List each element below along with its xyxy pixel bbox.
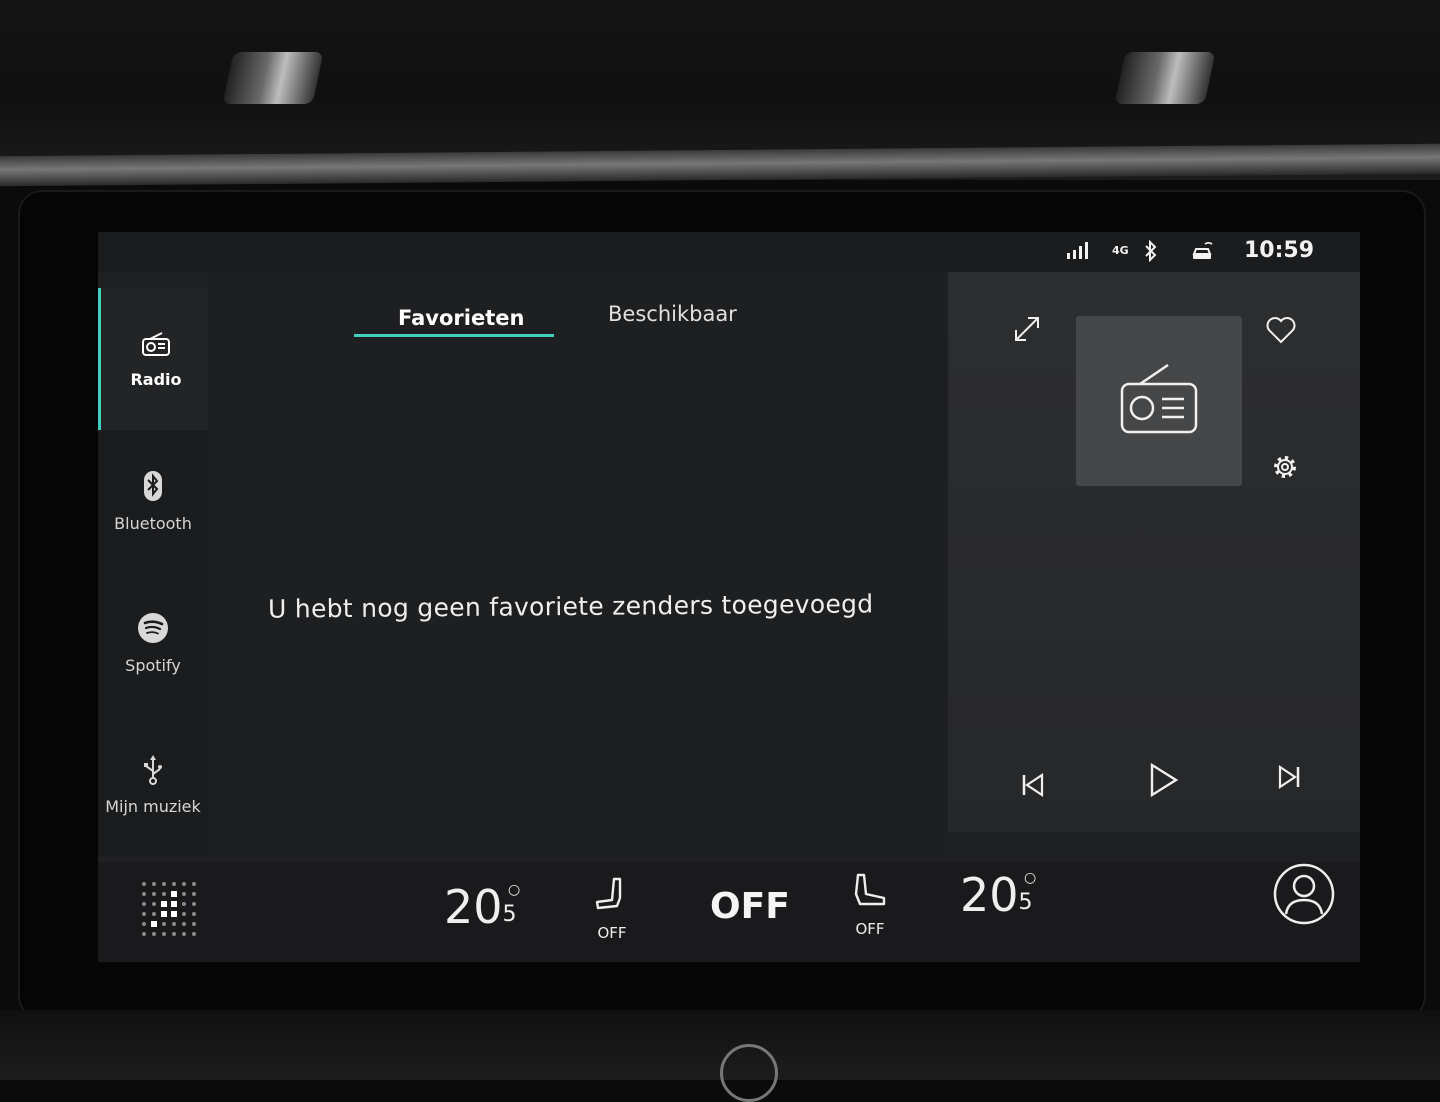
radio-artwork-icon xyxy=(1118,359,1200,443)
climate-bar: 205 ○ OFF OFF OFF 205 ○ xyxy=(98,862,1360,962)
bluetooth-status-icon xyxy=(1144,239,1158,266)
sidebar-item-spotify[interactable]: Spotify xyxy=(98,572,208,714)
driver-temperature[interactable]: 205 ○ xyxy=(444,880,521,934)
passenger-temp-decimal: 5 xyxy=(1018,890,1033,915)
vent-tab-left xyxy=(222,52,324,104)
clock: 10:59 xyxy=(1243,238,1314,263)
seat-heat-icon xyxy=(592,876,632,924)
seat-ventilation-icon xyxy=(850,872,890,920)
home-knob[interactable] xyxy=(720,1044,778,1102)
sidebar-item-bluetooth[interactable]: Bluetooth xyxy=(98,430,208,572)
favorite-heart-icon[interactable] xyxy=(1266,316,1296,348)
now-playing-panel xyxy=(948,272,1360,832)
signal-icon xyxy=(1066,240,1090,264)
degree-icon: ○ xyxy=(1024,870,1037,886)
play-icon[interactable] xyxy=(1148,762,1180,802)
driver-temp-whole: 20 xyxy=(444,880,503,934)
seat-heat-status: OFF xyxy=(597,924,627,942)
user-profile-icon[interactable] xyxy=(1272,862,1336,930)
radio-icon xyxy=(140,330,172,362)
sidebar-item-label: Mijn muziek xyxy=(105,796,201,816)
vent-tab-right xyxy=(1114,52,1216,104)
station-artwork xyxy=(1076,316,1242,486)
tab-available[interactable]: Beschikbaar xyxy=(608,302,737,326)
infotainment-screen: 4G 10:59 Radio Bluetooth Spotify Mijn mu… xyxy=(98,232,1360,962)
driver-seat-heating[interactable]: OFF xyxy=(592,876,632,942)
sidebar-item-label: Bluetooth xyxy=(114,513,192,533)
sidebar-item-radio[interactable]: Radio xyxy=(98,288,211,430)
favorites-panel: Favorieten Beschikbaar U hebt nog geen f… xyxy=(208,272,948,862)
previous-track-icon[interactable] xyxy=(1020,772,1046,802)
spotify-icon xyxy=(137,612,169,648)
network-badge: 4G xyxy=(1112,244,1129,257)
app-grid-icon[interactable] xyxy=(140,880,202,946)
sidebar-item-label: Spotify xyxy=(125,655,181,675)
status-bar: 4G 10:59 xyxy=(98,232,1360,272)
usb-icon xyxy=(141,754,165,789)
sidebar-item-label: Radio xyxy=(130,369,182,389)
degree-icon: ○ xyxy=(508,882,521,898)
passenger-temp-whole: 20 xyxy=(960,868,1019,922)
bluetooth-icon xyxy=(142,470,164,506)
next-track-icon[interactable] xyxy=(1276,764,1302,794)
gear-icon[interactable] xyxy=(1270,452,1300,486)
passenger-seat-heating[interactable]: OFF xyxy=(850,872,890,938)
passenger-temperature[interactable]: 205 ○ xyxy=(960,868,1037,922)
seat-ventilation-status: OFF xyxy=(855,920,885,938)
tab-favorites[interactable]: Favorieten xyxy=(398,306,524,330)
fan-status[interactable]: OFF xyxy=(710,886,790,927)
expand-icon[interactable] xyxy=(1012,314,1042,348)
empty-favorites-message: U hebt nog geen favoriete zenders toegev… xyxy=(267,589,874,624)
sidebar-item-my-music[interactable]: Mijn muziek xyxy=(98,714,208,856)
active-tab-indicator xyxy=(354,334,554,337)
driver-temp-decimal: 5 xyxy=(502,902,517,927)
car-connect-icon xyxy=(1190,240,1216,266)
